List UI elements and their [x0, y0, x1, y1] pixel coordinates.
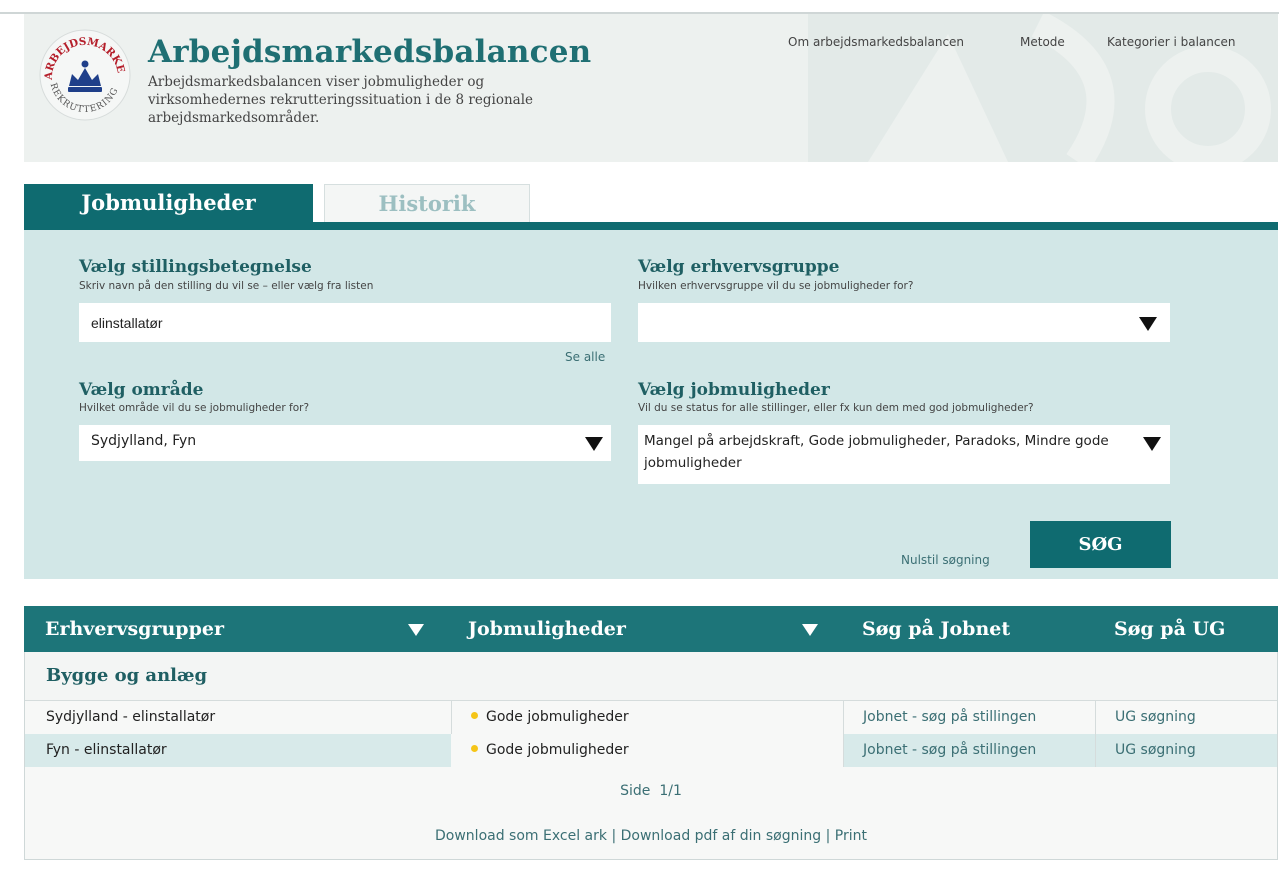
cell-divider: [843, 734, 844, 767]
see-all-link[interactable]: Se alle: [565, 350, 605, 364]
row-status-text: Gode jobmuligheder: [486, 709, 629, 725]
separator: |: [611, 828, 617, 844]
download-pdf-link[interactable]: Download pdf af din søgning: [621, 828, 822, 844]
row-name: Fyn - elinstallatør: [46, 742, 167, 758]
nav-om-link[interactable]: Om arbejdsmarkedsbalancen: [788, 35, 964, 49]
jobmuligheder-select[interactable]: Mangel på arbejdskraft, Gode jobmulighed…: [638, 425, 1170, 484]
download-excel-link[interactable]: Download som Excel ark: [435, 828, 607, 844]
table-row: Fyn - elinstallatør Gode jobmuligheder J…: [25, 734, 1277, 767]
table-row: Sydjylland - elinstallatør Gode jobmulig…: [25, 701, 1277, 734]
erhverv-select[interactable]: [638, 303, 1170, 342]
jobmuligheder-value: Mangel på arbejdskraft, Gode jobmulighed…: [644, 433, 1109, 471]
logo-seal: ARBEJDSMARKED REKRUTTERING: [38, 28, 131, 121]
row-status-text: Gode jobmuligheder: [486, 742, 629, 758]
col-jobmuligheder[interactable]: Jobmuligheder: [468, 606, 626, 652]
print-link[interactable]: Print: [835, 828, 867, 844]
chevron-down-icon: [1139, 317, 1157, 331]
site-header: ARBEJDSMARKED REKRUTTERING Arbejdsmarked…: [24, 14, 1278, 162]
nav-kategorier-link[interactable]: Kategorier i balancen: [1107, 35, 1235, 49]
omraade-select[interactable]: Sydjylland, Fyn: [79, 425, 611, 461]
results-header: Erhvervsgrupper Jobmuligheder Søg på Job…: [24, 606, 1278, 652]
group-title: Bygge og anlæg: [46, 665, 208, 686]
stilling-field: [79, 303, 611, 342]
col-erhvervsgrupper[interactable]: Erhvervsgrupper: [45, 606, 224, 652]
tab-historik[interactable]: Historik: [324, 184, 530, 222]
results-table: Bygge og anlæg Sydjylland - elinstallatø…: [24, 652, 1278, 860]
col-jobnet: Søg på Jobnet: [862, 618, 1011, 640]
reset-search-link[interactable]: Nulstil søgning: [901, 553, 990, 567]
group-row: Bygge og anlæg: [25, 652, 1277, 701]
stilling-hint: Skriv navn på den stilling du vil se – e…: [79, 280, 374, 292]
chevron-down-icon: [585, 437, 603, 451]
cell-divider: [1095, 734, 1096, 767]
row-status: Gode jobmuligheder: [471, 701, 629, 734]
row-status: Gode jobmuligheder: [471, 734, 629, 767]
sort-jobmuligheder-icon[interactable]: [802, 624, 818, 636]
erhverv-hint: Hvilken erhvervsgruppe vil du se jobmuli…: [638, 280, 914, 292]
omraade-value: Sydjylland, Fyn: [91, 433, 197, 449]
separator: |: [825, 828, 831, 844]
omraade-label: Vælg område: [79, 380, 204, 400]
site-title: Arbejdsmarkedsbalancen: [148, 34, 592, 70]
site-description: Arbejdsmarkedsbalancen viser jobmulighed…: [148, 74, 534, 126]
cell-divider: [451, 701, 452, 734]
search-button[interactable]: SØG: [1030, 521, 1171, 568]
nav-metode-link[interactable]: Metode: [1020, 35, 1065, 49]
jobmuligheder-hint: Vil du se status for alle stillinger, el…: [638, 402, 1034, 414]
omraade-hint: Hvilket område vil du se jobmuligheder f…: [79, 402, 310, 414]
jobmuligheder-label: Vælg jobmuligheder: [638, 380, 830, 400]
download-links: Download som Excel ark | Download pdf af…: [25, 828, 1277, 844]
stilling-label: Vælg stillingsbetegnelse: [79, 257, 312, 277]
sort-erhvervsgrupper-icon[interactable]: [408, 624, 424, 636]
erhverv-label: Vælg erhvervsgruppe: [638, 257, 840, 277]
ug-link[interactable]: UG søgning: [1115, 734, 1196, 767]
chevron-down-icon: [1143, 437, 1161, 451]
cell-divider: [1095, 701, 1096, 734]
col-ug: Søg på UG: [1114, 618, 1226, 640]
tab-jobmuligheder[interactable]: Jobmuligheder: [24, 184, 313, 222]
tab-bar: [24, 222, 1278, 230]
stilling-input[interactable]: [79, 303, 611, 342]
jobnet-link[interactable]: Jobnet - søg på stillingen: [863, 734, 1036, 767]
cell-divider: [843, 701, 844, 734]
status-dot-icon: [471, 711, 478, 719]
pager: Side 1/1: [620, 783, 682, 799]
status-dot-icon: [471, 744, 478, 752]
row-name: Sydjylland - elinstallatør: [46, 709, 216, 725]
jobnet-link[interactable]: Jobnet - søg på stillingen: [863, 701, 1036, 734]
ug-link[interactable]: UG søgning: [1115, 701, 1196, 734]
